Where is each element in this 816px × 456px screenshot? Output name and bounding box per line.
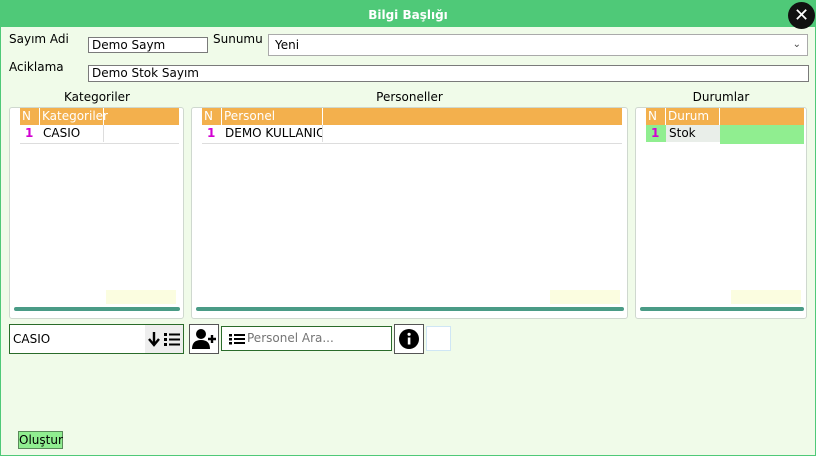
close-icon: ✕ <box>793 5 810 26</box>
horizontal-scrollbar[interactable] <box>14 307 180 311</box>
table-row[interactable]: CASIO <box>40 125 104 142</box>
table-row[interactable]: DEMO KULLANICI <box>222 125 323 142</box>
dialog-window: Bilgi Başlığı ✕ Sayım Adi Demo Saym Sunu… <box>0 0 816 456</box>
row-number: 1 <box>207 126 216 140</box>
chevron-down-icon: ⌄ <box>792 39 801 50</box>
table-row[interactable]: Stok <box>666 125 720 142</box>
user-plus-icon <box>192 329 216 349</box>
category-value: CASIO <box>13 332 51 346</box>
summary-cell <box>731 290 801 304</box>
header-cell[interactable]: N <box>646 108 666 125</box>
header-cell[interactable]: N <box>20 108 40 125</box>
personeller-title: Personeller <box>376 90 443 104</box>
category-selector[interactable]: CASIO <box>9 324 184 354</box>
dialog-title: Bilgi Başlığı <box>1 1 815 27</box>
add-user-button[interactable] <box>189 324 219 354</box>
horizontal-scrollbar[interactable] <box>640 307 804 311</box>
list-icon <box>229 334 245 345</box>
extra-box[interactable] <box>426 326 451 351</box>
header-cell[interactable]: Kategoriler <box>40 108 108 125</box>
durumlar-grid: N Durum 1 Stok <box>635 107 807 319</box>
status-color-cell <box>720 125 804 144</box>
close-button[interactable]: ✕ <box>788 2 815 29</box>
durumlar-title: Durumlar <box>692 90 750 104</box>
row-number: 1 <box>25 126 34 140</box>
summary-cell <box>550 290 620 304</box>
horizontal-scrollbar[interactable] <box>196 307 624 311</box>
sayim-adi-label: Sayım Adi <box>9 32 69 46</box>
sayim-adi-input[interactable]: Demo Saym <box>88 37 208 53</box>
aciklama-label: Aciklama <box>9 60 64 74</box>
sunumu-select[interactable]: Yeni ⌄ <box>268 34 808 56</box>
sort-list-icon <box>148 332 180 347</box>
row-divider <box>20 143 179 144</box>
kategoriler-title: Kategoriler <box>64 90 130 104</box>
header-cell[interactable]: N <box>202 108 222 125</box>
sunumu-label: Sunumu <box>213 32 263 46</box>
personeller-grid: N Personel 1 DEMO KULLANICI <box>191 107 628 319</box>
row-divider <box>202 143 622 144</box>
category-list-button[interactable] <box>145 325 183 353</box>
personel-search[interactable] <box>221 326 392 351</box>
sunumu-selected-value: Yeni <box>275 38 300 52</box>
header-cell[interactable]: Personel <box>222 108 323 125</box>
kategoriler-grid: N Kategoriler 1 CASIO <box>9 107 184 319</box>
personel-search-input[interactable] <box>247 329 387 347</box>
row-number: 1 <box>646 125 666 142</box>
info-button[interactable] <box>394 324 424 354</box>
info-icon <box>399 329 419 349</box>
create-button[interactable]: Oluştur <box>18 431 63 449</box>
summary-cell <box>106 290 176 304</box>
aciklama-input[interactable]: Demo Stok Sayım <box>88 65 809 82</box>
header-cell[interactable]: Durum <box>666 108 720 125</box>
